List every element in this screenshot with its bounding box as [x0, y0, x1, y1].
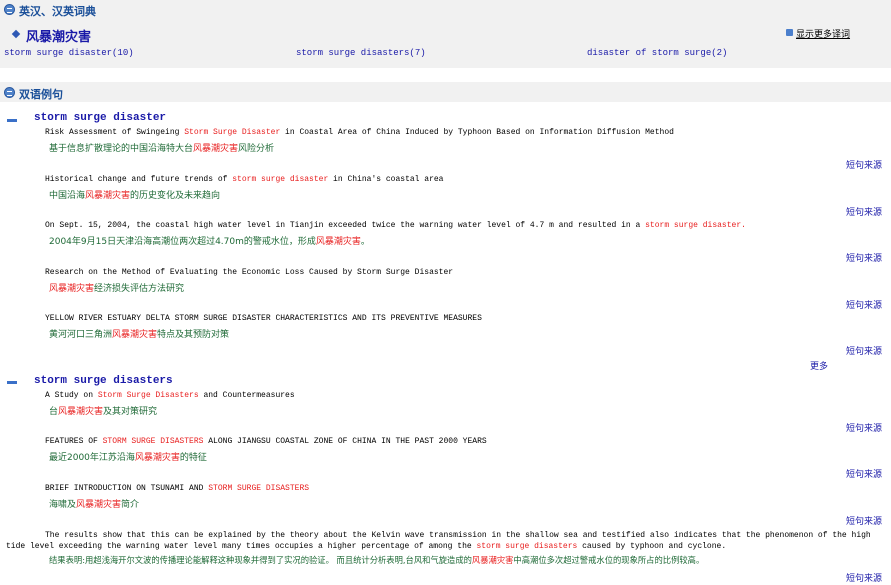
example-chinese: 海啸及风暴潮灾害简介 — [49, 500, 140, 510]
phrase-link[interactable]: disaster of storm surge(2) — [587, 48, 727, 58]
section-icon — [4, 4, 15, 15]
phrase-link[interactable]: storm surge disasters(7) — [296, 48, 426, 58]
source-link[interactable]: 短句来源 — [846, 344, 882, 357]
show-more-definitions-link[interactable]: 显示更多译词 — [796, 27, 850, 40]
example-chinese: 最近2000年江苏沿海风暴潮灾害的特征 — [49, 453, 207, 463]
source-link[interactable]: 短句来源 — [846, 467, 882, 480]
example-english: On Sept. 15, 2004, the coastal high wate… — [45, 221, 746, 230]
phrase-link[interactable]: storm surge disaster(10) — [4, 48, 134, 58]
example-english: BRIEF INTRODUCTION ON TSUNAMI AND STORM … — [45, 484, 310, 493]
collapse-icon[interactable] — [7, 381, 17, 384]
down-arrow-icon[interactable] — [786, 29, 793, 36]
example-english: The results show that this can be explai… — [6, 531, 871, 551]
example-english: Research on the Method of Evaluating the… — [45, 268, 454, 277]
example-english: Risk Assessment of Swingeing Storm Surge… — [45, 128, 674, 137]
source-link[interactable]: 短句来源 — [846, 251, 882, 264]
source-link[interactable]: 短句来源 — [846, 205, 882, 218]
collapse-icon[interactable] — [7, 119, 17, 122]
group-title: storm surge disaster — [34, 112, 167, 124]
source-link[interactable]: 短句来源 — [846, 421, 882, 434]
example-english: YELLOW RIVER ESTUARY DELTA STORM SURGE D… — [45, 314, 482, 323]
example-english: Historical change and future trends of s… — [45, 175, 444, 184]
headword: 风暴潮灾害 — [26, 30, 92, 45]
dictionary-section-title: 英汉、汉英词典 — [19, 5, 96, 18]
example-chinese: 2004年9月15日天津沿海高潮位两次超过4.70m的警戒水位，形成风暴潮灾害。 — [49, 237, 370, 247]
source-link[interactable]: 短句来源 — [846, 571, 882, 584]
source-link[interactable]: 短句来源 — [846, 514, 882, 527]
section-icon — [4, 87, 15, 98]
example-chinese: 风暴潮灾害经济损失评估方法研究 — [49, 284, 185, 294]
example-english: FEATURES OF STORM SURGE DISASTERS ALONG … — [45, 437, 487, 446]
example-chinese: 台风暴潮灾害及其对策研究 — [49, 407, 158, 417]
source-link[interactable]: 短句来源 — [846, 158, 882, 171]
source-link[interactable]: 短句来源 — [846, 298, 882, 311]
example-chinese: 结果表明:用超浅海开尔文波的传播理论能解释这种现象并得到了实况的验证。 而且统计… — [49, 555, 705, 565]
examples-section-header — [0, 82, 891, 102]
group-title: storm surge disasters — [34, 375, 173, 387]
example-chinese: 基于信息扩散理论的中国沿海特大台风暴潮灾害风险分析 — [49, 144, 275, 154]
more-examples-link[interactable]: 更多 — [810, 359, 828, 372]
example-chinese: 黄河河口三角洲风暴潮灾害特点及其预防对策 — [49, 330, 230, 340]
examples-section-title: 双语例句 — [19, 88, 63, 101]
example-chinese: 中国沿海风暴潮灾害的历史变化及未来趋向 — [49, 191, 221, 201]
dictionary-section — [0, 0, 891, 68]
example-english: A Study on Storm Surge Disasters and Cou… — [45, 391, 295, 400]
